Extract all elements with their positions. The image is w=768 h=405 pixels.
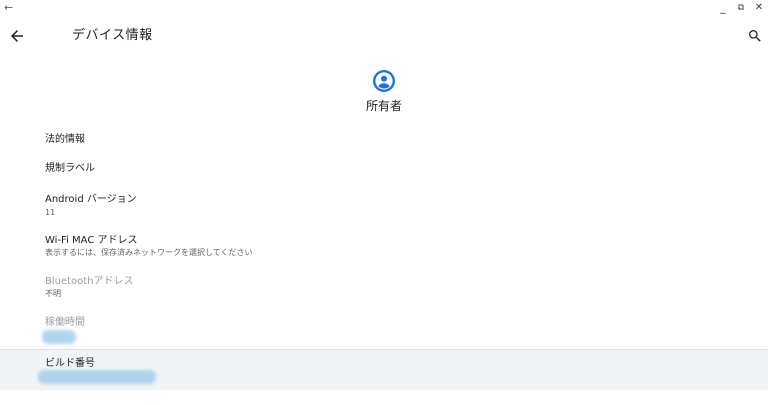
item-title: Android バージョン <box>45 194 137 205</box>
item-title: Wi-Fi MAC アドレス <box>45 235 138 246</box>
item-title: 稼働時間 <box>45 317 85 328</box>
account-circle-icon <box>373 70 395 92</box>
arrow-left-icon <box>11 30 23 42</box>
restore-icon[interactable]: ⧉ <box>734 1 748 15</box>
list-item-regulatory-labels[interactable]: 規制ラベル <box>0 157 768 183</box>
list-item-build-number[interactable]: ビルド番号 <box>0 350 768 390</box>
close-icon[interactable]: ✕ <box>752 1 766 15</box>
owner-avatar <box>372 69 396 93</box>
back-button[interactable] <box>8 27 26 45</box>
item-title: 法的情報 <box>45 134 85 145</box>
search-button[interactable] <box>746 27 764 45</box>
list-item-android-version[interactable]: Android バージョン 11 <box>0 190 768 224</box>
window-back-icon[interactable]: ← <box>4 2 13 14</box>
owner-label: 所有者 <box>365 99 402 113</box>
search-icon <box>749 30 761 42</box>
list-item-bluetooth-address: Bluetoothアドレス 不明 <box>0 272 768 306</box>
item-title: ビルド番号 <box>45 358 95 369</box>
item-title: Bluetoothアドレス <box>45 276 134 287</box>
list-item-wifi-mac[interactable]: Wi-Fi MAC アドレス 表示するには、保存済みネットワークを選択してくださ… <box>0 231 768 265</box>
redacted-value <box>38 370 156 384</box>
page-title: デバイス情報 <box>72 28 153 43</box>
window-titlebar: ← _ ⧉ ✕ <box>0 0 768 18</box>
redacted-value <box>42 330 76 344</box>
list-item-legal[interactable]: 法的情報 <box>0 127 768 153</box>
list-item-uptime: 稼働時間 <box>0 313 768 347</box>
item-title: 規制ラベル <box>45 163 95 174</box>
item-summary: 11 <box>45 208 56 217</box>
item-summary: 不明 <box>45 289 61 298</box>
minimize-icon[interactable]: _ <box>716 1 730 15</box>
item-summary: 表示するには、保存済みネットワークを選択してください <box>45 248 253 257</box>
